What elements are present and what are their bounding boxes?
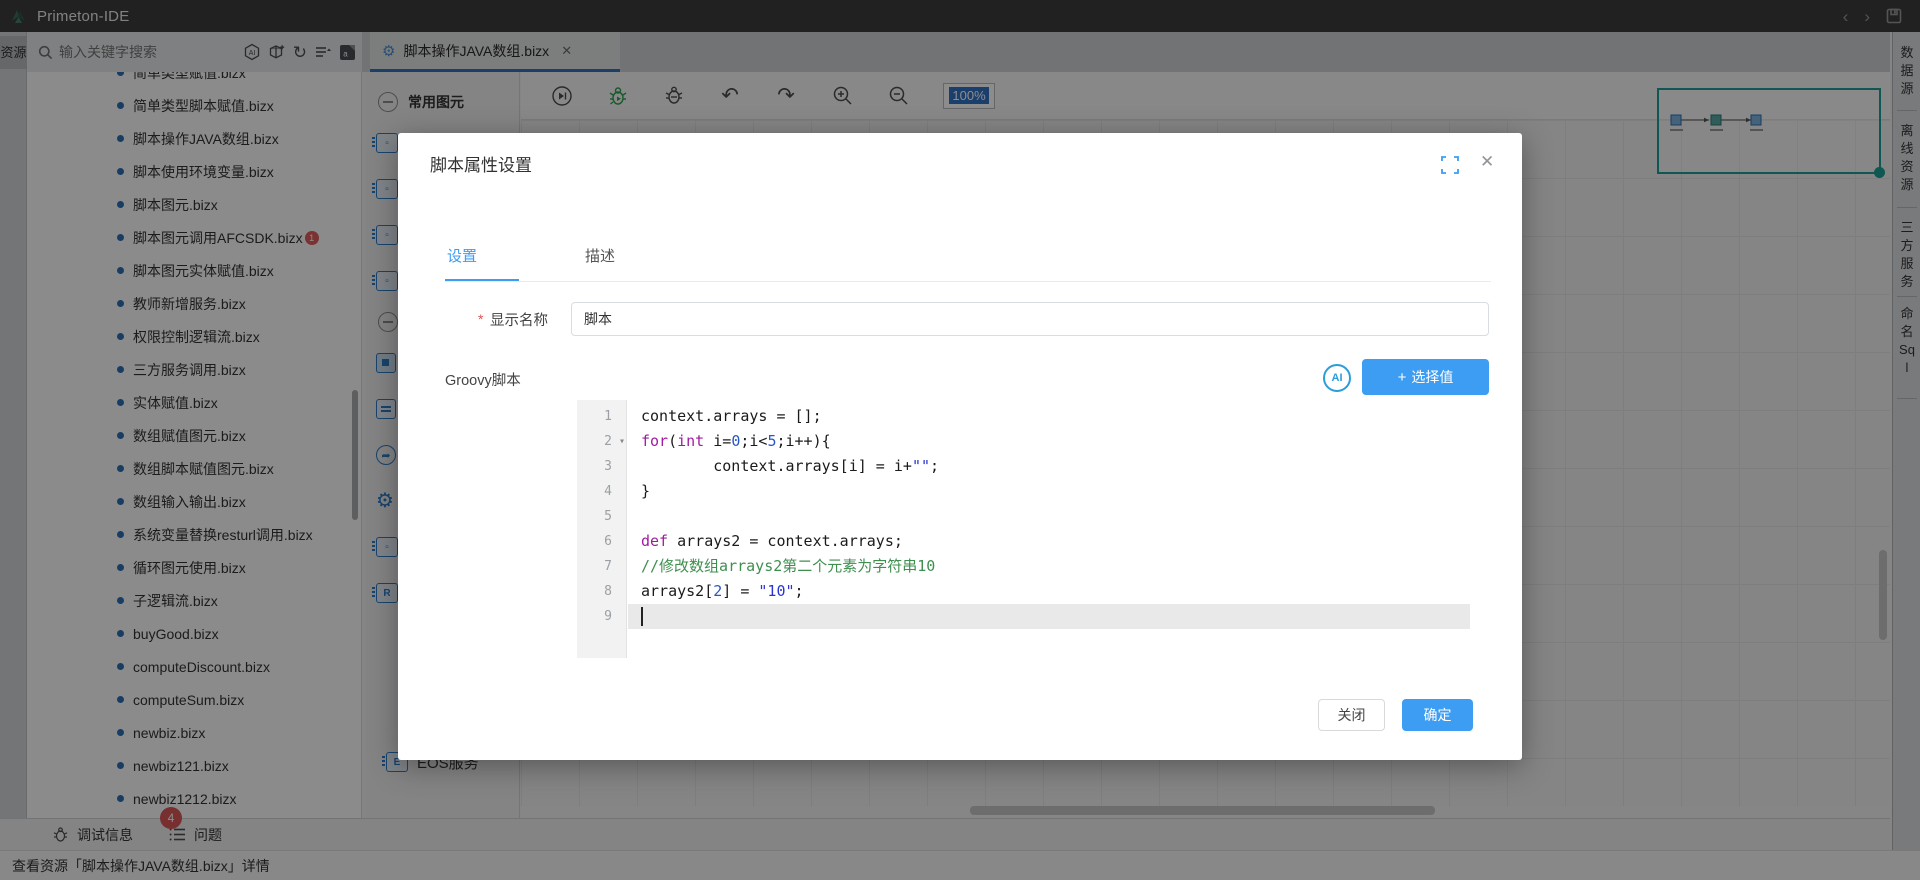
line-number: 9 (604, 609, 612, 624)
select-value-button[interactable]: + 选择值 (1362, 359, 1489, 395)
close-button[interactable]: 关闭 (1318, 699, 1385, 731)
text-cursor (641, 607, 643, 626)
line-number: 6 (604, 534, 612, 549)
code-line[interactable]: context.arrays[i] = i+""; (628, 454, 1470, 479)
fullscreen-icon[interactable] (1441, 156, 1459, 174)
script-properties-dialog: 脚本属性设置 ✕ 设置 描述 * 显示名称 Groovy脚本 AI +选择值 1… (398, 133, 1522, 760)
close-icon[interactable]: ✕ (1480, 152, 1494, 172)
code-line[interactable]: for(int i=0;i<5;i++){ (628, 429, 1470, 454)
dialog-title: 脚本属性设置 (430, 156, 532, 175)
code-line[interactable] (628, 504, 1470, 529)
fold-icon[interactable]: ▾ (619, 429, 625, 454)
code-line[interactable]: context.arrays = []; (628, 404, 1470, 429)
code-line[interactable]: //修改数组arrays2第二个元素为字符串10 (628, 554, 1470, 579)
required-mark: * (478, 311, 484, 327)
line-number: 1 (604, 409, 612, 424)
code-line[interactable]: } (628, 479, 1470, 504)
line-number: 7 (604, 559, 612, 574)
groovy-code-editor[interactable]: 1 2 ▾ 3 4 5 6 7 8 9 context.arrays = []; for(int i… (577, 400, 1470, 658)
editor-code[interactable]: context.arrays = []; for(int i=0;i<5;i++)… (628, 400, 1470, 658)
ai-generate-icon[interactable]: AI (1323, 364, 1351, 392)
code-line[interactable]: arrays2[2] = "10"; (628, 579, 1470, 604)
line-number: 5 (604, 509, 612, 524)
line-number: 8 (604, 584, 612, 599)
code-line[interactable] (628, 604, 1470, 629)
line-number: 2 ▾ (577, 429, 626, 454)
ok-button[interactable]: 确定 (1402, 699, 1473, 731)
tab-settings[interactable]: 设置 (447, 245, 477, 266)
display-name-field[interactable] (571, 302, 1489, 336)
plus-icon: + (1397, 369, 1407, 386)
code-line[interactable]: def arrays2 = context.arrays; (628, 529, 1470, 554)
groovy-script-label: Groovy脚本 (445, 373, 521, 389)
editor-gutter: 1 2 ▾ 3 4 5 6 7 8 9 (577, 400, 627, 658)
display-name-label: 显示名称 (490, 313, 548, 329)
line-number: 4 (604, 484, 612, 499)
tab-divider (445, 281, 1491, 282)
tab-description[interactable]: 描述 (585, 245, 615, 266)
line-number: 3 (604, 459, 612, 474)
